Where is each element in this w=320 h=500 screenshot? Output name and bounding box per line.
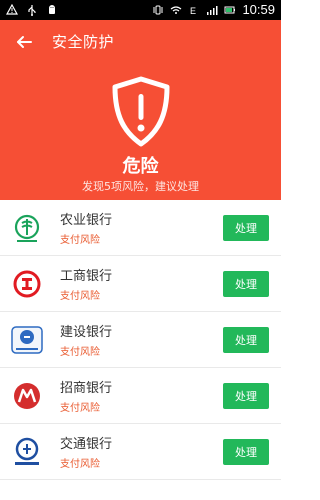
abc-logo-icon [14, 214, 40, 242]
signal-e-icon: E [190, 6, 196, 16]
risk-label: 支付风险 [60, 291, 100, 302]
risk-summary: 发现5项风险，建议处理 [82, 180, 199, 193]
icbc-logo-icon [13, 270, 41, 297]
bank-name: 农业银行 [60, 213, 113, 228]
bocom-logo-icon [15, 437, 39, 465]
signal-bars-icon [207, 6, 218, 15]
list-item: 建设银行 支付风险 处理 [0, 312, 281, 368]
item-info: 建设银行 支付风险 [60, 321, 112, 358]
risk-label: 支付风险 [60, 459, 100, 470]
item-info: 农业银行 支付风险 [60, 209, 112, 246]
item-info: 工商银行 支付风险 [60, 265, 112, 302]
risk-label: 支付风险 [60, 347, 100, 358]
bank-name: 工商银行 [60, 269, 113, 284]
page-title: 安全防护 [52, 33, 115, 51]
usb-icon [28, 5, 36, 16]
handle-button[interactable]: 处理 [223, 270, 269, 297]
battery-icon [224, 6, 236, 14]
risk-label: 支付风险 [60, 403, 100, 414]
bank-name: 交通银行 [60, 437, 113, 452]
list-item: 招商银行 支付风险 处理 [0, 368, 281, 424]
handle-button[interactable]: 处理 [223, 382, 269, 409]
handle-button[interactable]: 处理 [223, 326, 269, 353]
danger-shield-icon [112, 76, 169, 147]
bank-name: 招商银行 [60, 381, 113, 396]
security-header: 安全防护 危险 发现5项风险，建议处理 [0, 20, 281, 200]
risk-list: 农业银行 支付风险 处理 工商银行 支付风险 处理 建设银行 支付风险 处理 招… [0, 200, 281, 500]
back-button[interactable] [6, 24, 42, 60]
bank-name: 建设银行 [60, 325, 113, 340]
item-info: 交通银行 支付风险 [60, 433, 112, 470]
cmb-logo-icon [14, 382, 40, 409]
danger-status: 危险 [122, 156, 159, 177]
handle-button[interactable]: 处理 [223, 214, 269, 241]
svg-text:E: E [190, 6, 196, 16]
item-info: 招商银行 支付风险 [60, 377, 112, 414]
list-item: 工商银行 支付风险 处理 [0, 256, 281, 312]
warning-icon [6, 4, 18, 15]
status-right: E 10:59 [152, 0, 281, 20]
status-bar: E 10:59 [0, 0, 281, 20]
wifi-icon [171, 6, 182, 14]
ccb-logo-icon [11, 325, 43, 354]
list-item: 农业银行 支付风险 处理 [0, 200, 281, 256]
handle-button[interactable]: 处理 [223, 438, 269, 465]
status-time: 10:59 [242, 2, 275, 17]
status-left [0, 4, 58, 16]
vibrate-icon [153, 5, 163, 15]
back-arrow-icon [17, 35, 32, 48]
top-bar: 安全防护 [0, 20, 281, 63]
risk-label: 支付风险 [60, 235, 100, 246]
list-item: 交通银行 支付风险 处理 [0, 424, 281, 480]
android-icon [49, 5, 55, 14]
